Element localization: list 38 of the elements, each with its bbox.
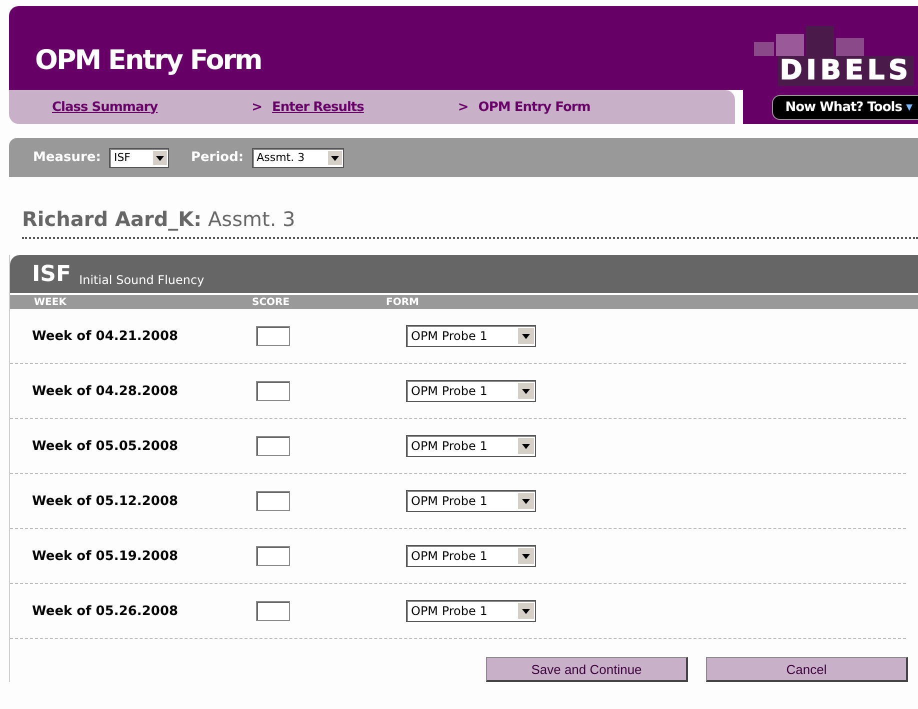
- section-title: Initial Sound Fluency: [79, 273, 204, 287]
- score-input[interactable]: [256, 491, 290, 512]
- breadcrumb-separator: >: [252, 100, 262, 114]
- form-dropdown[interactable]: OPM Probe 1: [406, 545, 536, 567]
- column-header: WEEK: [34, 296, 68, 308]
- breadcrumb-current: OPM Entry Form: [478, 100, 590, 114]
- form-dropdown[interactable]: OPM Probe 1: [406, 490, 536, 512]
- score-input[interactable]: [256, 436, 290, 456]
- filter-label: Measure:: [33, 150, 101, 165]
- tools-menu-button[interactable]: Now What? Tools ▾: [772, 94, 918, 120]
- score-input[interactable]: [256, 601, 290, 622]
- filter-label: Period:: [190, 150, 244, 165]
- form-dropdown[interactable]: OPM Probe 1: [406, 600, 536, 622]
- section-code: ISF: [32, 263, 72, 287]
- column-header: SCORE: [252, 296, 291, 308]
- week-label: Week of 04.28.2008: [31, 384, 180, 398]
- score-input[interactable]: [256, 546, 290, 566]
- score-input[interactable]: [256, 326, 290, 346]
- filter-dropdown[interactable]: ISF: [108, 148, 169, 168]
- logo-text: DIBELS: [778, 56, 914, 86]
- form-dropdown[interactable]: OPM Probe 1: [406, 435, 536, 457]
- form-dropdown[interactable]: OPM Probe 1: [406, 325, 536, 347]
- score-input[interactable]: [256, 381, 290, 402]
- page-title: OPM Entry Form: [34, 45, 262, 78]
- breadcrumb-link[interactable]: Class Summary: [52, 100, 158, 114]
- week-label: Week of 05.19.2008: [31, 548, 180, 564]
- week-label: Week of 04.21.2008: [31, 328, 180, 344]
- breadcrumb-link[interactable]: Enter Results: [272, 100, 364, 114]
- student-heading: Richard Aard_K: Assmt. 3: [22, 207, 918, 239]
- filter-dropdown[interactable]: Assmt. 3: [252, 148, 344, 168]
- form-dropdown[interactable]: OPM Probe 1: [406, 380, 536, 402]
- cancel-button[interactable]: Cancel: [706, 657, 908, 682]
- column-header: FORM: [386, 296, 419, 308]
- week-label: Week of 05.05.2008: [31, 438, 180, 454]
- week-label: Week of 05.26.2008: [31, 604, 180, 618]
- breadcrumb-separator: >: [458, 100, 468, 114]
- week-label: Week of 05.12.2008: [31, 494, 180, 508]
- save-button[interactable]: Save and Continue: [486, 657, 688, 682]
